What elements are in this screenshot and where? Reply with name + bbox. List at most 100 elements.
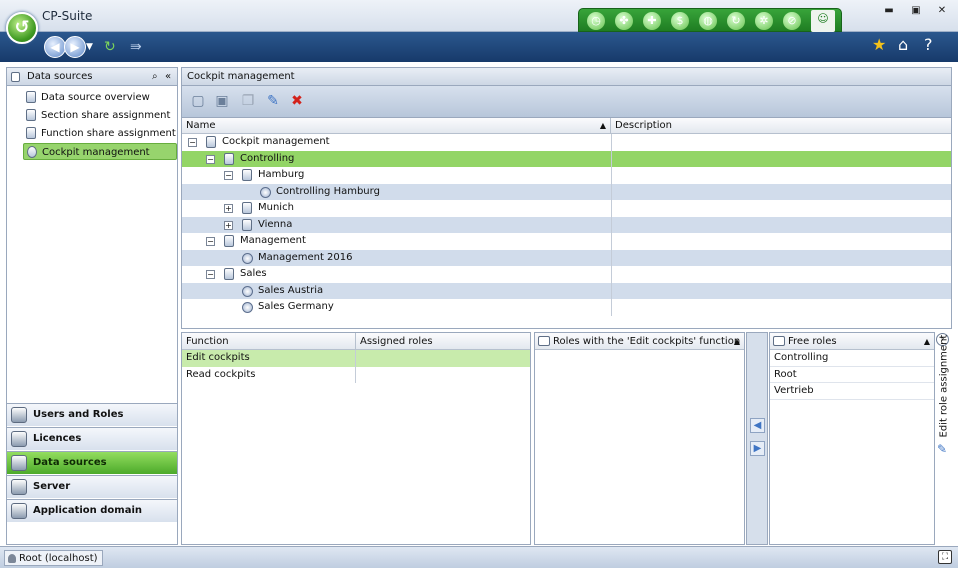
new-child-icon[interactable]: ▣ — [213, 92, 231, 110]
transfer-buttons: ◀ ▶ — [746, 332, 768, 545]
nav-server[interactable]: Server — [7, 475, 177, 498]
left-panel-header: Data sources ⌕ « — [7, 68, 177, 86]
collapse-icon[interactable]: − — [188, 138, 197, 147]
cockpit-icon — [260, 186, 271, 198]
maximize-button[interactable]: ▣ — [910, 5, 922, 17]
function-row-read-cockpits[interactable]: Read cockpits — [182, 366, 530, 383]
user-icon — [8, 554, 16, 563]
gears-icon[interactable]: ✲ — [755, 12, 773, 30]
collapse-icon[interactable]: − — [224, 171, 233, 180]
app-logo[interactable]: ↺ — [6, 12, 38, 44]
grid-header: Name ▲ Description — [182, 118, 951, 134]
tree-row-management[interactable]: − Management — [182, 233, 951, 250]
folder-icon — [242, 169, 252, 181]
close-button[interactable]: ✕ — [936, 5, 948, 17]
domain-icon — [11, 503, 27, 519]
tree-row-controlling-hamburg[interactable]: Controlling Hamburg — [182, 183, 951, 200]
delete-icon[interactable]: ✖ — [288, 92, 306, 110]
module-bar: ◷ ✤ ✚ $ ◍ ↻ ✲ ⊘ ☺ — [578, 8, 842, 32]
tree-item-section-share-assignment[interactable]: Section share assignment — [23, 107, 177, 124]
copy-icon[interactable]: ❐ — [239, 92, 257, 110]
user-admin-icon[interactable]: ☺ — [811, 10, 835, 32]
tree-row-sales-austria[interactable]: Sales Austria — [182, 282, 951, 299]
puzzle-icon[interactable]: ✚ — [643, 12, 661, 30]
collapse-panel-icon[interactable]: « — [165, 68, 171, 86]
column-assigned-roles[interactable]: Assigned roles — [355, 333, 433, 350]
title-bar: CP-Suite ◷ ✤ ✚ $ ◍ ↻ ✲ ⊘ ☺ ▬ ▣ ✕ — [0, 0, 958, 32]
tree-item-cockpit-management[interactable]: Cockpit management — [23, 143, 177, 160]
nav-data-sources[interactable]: Data sources — [7, 451, 177, 474]
folder-icon — [206, 136, 216, 148]
tree-row-controlling[interactable]: − Controlling — [182, 150, 951, 167]
nav-application-domain[interactable]: Application domain — [7, 499, 177, 522]
edit-pencil-icon[interactable]: ✎ — [264, 92, 282, 110]
forward-icon[interactable]: ▶ — [64, 36, 86, 58]
collapse-icon[interactable]: − — [206, 237, 215, 246]
assigned-roles-header: Roles with the 'Edit cockpits' function … — [535, 333, 744, 350]
column-name[interactable]: Name ▲ — [182, 118, 611, 134]
database-icon — [11, 72, 20, 82]
functions-header: Function Assigned roles — [182, 333, 530, 350]
function-row-edit-cockpits[interactable]: Edit cockpits — [182, 350, 530, 367]
free-role-controlling[interactable]: Controlling — [770, 350, 934, 367]
tree-row-hamburg[interactable]: − Hamburg — [182, 167, 951, 184]
money-icon[interactable]: $ — [671, 12, 689, 30]
key-icon — [11, 431, 27, 447]
database-icon — [11, 455, 27, 471]
dashboard-icon[interactable]: ◷ — [587, 12, 605, 30]
globe-icon[interactable]: ◍ — [699, 12, 717, 30]
collapse-icon[interactable]: − — [206, 154, 215, 164]
status-bar: Root (localhost) ⛶ — [0, 546, 958, 568]
tree-row-sales[interactable]: − Sales — [182, 266, 951, 283]
function-share-icon — [26, 127, 36, 139]
next-arrow-icon[interactable]: ⇛ — [130, 37, 142, 57]
column-function[interactable]: Function — [186, 333, 229, 350]
minimize-button[interactable]: ▬ — [883, 5, 895, 17]
edit-role-assignment-tab[interactable]: › Edit role assignment ✎ — [934, 332, 952, 457]
help-icon[interactable]: ? — [924, 35, 933, 55]
network-icon[interactable]: ✤ — [615, 12, 633, 30]
free-role-vertrieb[interactable]: Vertrieb — [770, 383, 934, 400]
collapse-icon[interactable]: − — [206, 270, 215, 279]
gauge-icon[interactable]: ⊘ — [783, 12, 801, 30]
history-dropdown-icon[interactable]: ▼ — [86, 37, 93, 57]
fullscreen-icon[interactable]: ⛶ — [938, 550, 952, 564]
expand-icon[interactable]: + — [224, 204, 233, 213]
new-icon[interactable]: ▢ — [189, 92, 207, 110]
column-description[interactable]: Description — [611, 118, 951, 134]
left-panel: Data sources ⌕ « Data source overview Se… — [6, 67, 178, 545]
folder-icon — [242, 202, 252, 214]
expand-icon[interactable]: + — [224, 220, 233, 230]
free-roles-header: Free roles ▲ — [770, 333, 934, 350]
tree-row-munich[interactable]: + Munich — [182, 200, 951, 217]
users-icon — [11, 407, 27, 423]
sort-ascending-icon[interactable]: ▲ — [734, 333, 740, 350]
tree-item-function-share-assignment[interactable]: Function share assignment — [23, 125, 177, 142]
refresh-icon[interactable]: ↻ — [104, 37, 116, 57]
tree-row-management-2016[interactable]: Management 2016 — [182, 249, 951, 266]
free-role-root[interactable]: Root — [770, 367, 934, 383]
tree-row-vienna[interactable]: + Vienna — [182, 216, 951, 233]
functions-panel: Function Assigned roles Edit cockpits Re… — [181, 332, 531, 545]
move-left-icon[interactable]: ◀ — [750, 418, 765, 433]
move-right-icon[interactable]: ▶ — [750, 441, 765, 456]
favorites-star-icon[interactable]: ★ — [872, 35, 886, 55]
sort-ascending-icon[interactable]: ▲ — [924, 333, 930, 350]
nav-users-and-roles[interactable]: Users and Roles — [7, 403, 177, 426]
home-icon[interactable]: ⌂ — [898, 35, 908, 55]
tree-row-sales-germany[interactable]: Sales Germany — [182, 299, 951, 316]
search-icon[interactable]: ⌕ — [152, 68, 158, 86]
status-connection: Root (localhost) — [4, 550, 103, 566]
tree-row-cockpit-management[interactable]: − Cockpit management — [182, 134, 951, 151]
main-toolbar: ◀ ▶ ▼ ↻ ⇛ ★ ⌂ ? — [0, 32, 958, 62]
cockpit-panel: Cockpit management ▢ ▣ ❐ ✎ ✖ Name ▲ Descr… — [181, 67, 952, 329]
nav-licences[interactable]: Licences — [7, 427, 177, 450]
cockpit-tree-grid: − Cockpit management − Controlling − Hambur… — [182, 134, 951, 328]
main-panel-header: Cockpit management — [182, 68, 951, 86]
section-share-icon — [26, 109, 36, 121]
sort-ascending-icon[interactable]: ▲ — [600, 118, 606, 134]
back-icon[interactable]: ◀ — [44, 36, 66, 58]
assigned-roles-title: Roles with the 'Edit cockpits' function — [553, 336, 741, 347]
refresh-ring-icon[interactable]: ↻ — [727, 12, 745, 30]
tree-item-data-source-overview[interactable]: Data source overview — [23, 89, 177, 106]
